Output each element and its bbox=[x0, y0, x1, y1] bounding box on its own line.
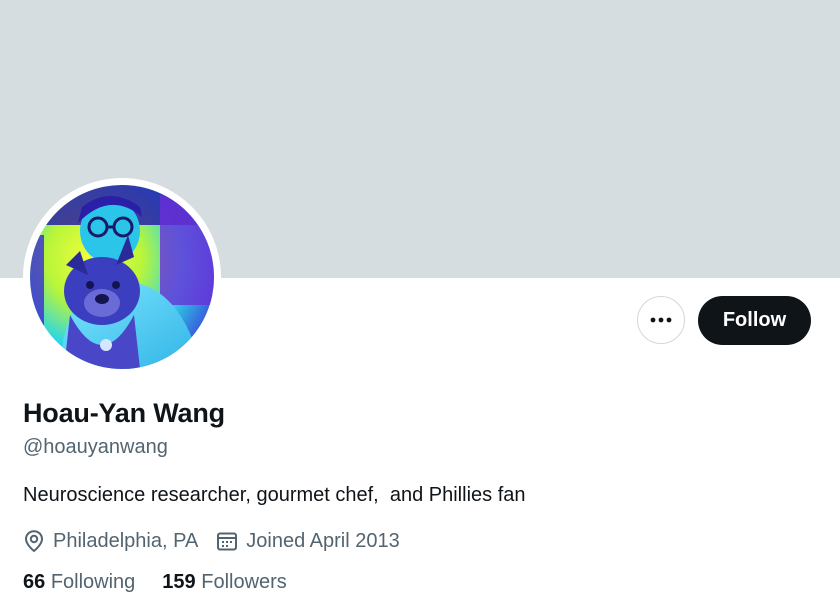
profile-bio: Neuroscience researcher, gourmet chef, a… bbox=[23, 484, 526, 506]
joined-text: Joined April 2013 bbox=[246, 529, 400, 552]
following-label: Following bbox=[50, 571, 136, 593]
avatar[interactable] bbox=[30, 185, 214, 369]
more-options-button[interactable] bbox=[637, 296, 685, 344]
avatar-image bbox=[30, 185, 214, 369]
profile-handle: @hoauyanwang bbox=[23, 436, 168, 458]
profile-stats: 66 Following 159 Followers bbox=[23, 571, 314, 594]
followers-count: 159 bbox=[162, 571, 196, 593]
joined-item: Joined April 2013 bbox=[216, 529, 400, 553]
profile-meta: Philadelphia, PA Joined April 2013 bbox=[23, 527, 418, 555]
location-text: Philadelphia, PA bbox=[53, 529, 199, 552]
following-link[interactable]: 66 Following bbox=[23, 571, 135, 594]
follow-button[interactable]: Follow bbox=[698, 296, 811, 345]
more-horizontal-icon bbox=[650, 317, 672, 323]
location-item: Philadelphia, PA bbox=[23, 529, 198, 553]
followers-link[interactable]: 159 Followers bbox=[162, 571, 287, 594]
followers-label: Followers bbox=[201, 571, 287, 593]
location-pin-icon bbox=[24, 530, 44, 553]
profile-name: Hoau-Yan Wang bbox=[23, 398, 225, 428]
following-count: 66 bbox=[23, 571, 46, 593]
calendar-icon bbox=[217, 532, 238, 551]
